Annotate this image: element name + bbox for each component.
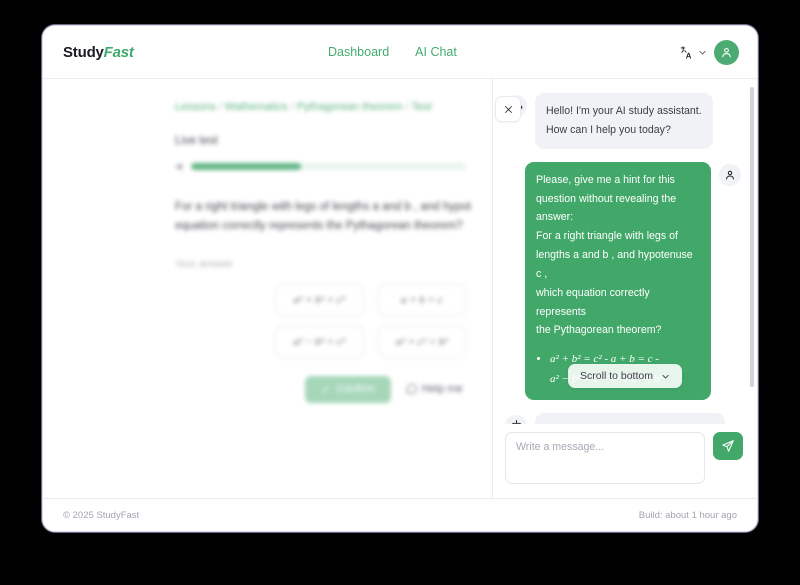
answer-label: Your answer [175,257,233,270]
breadcrumb-item-pythagorean-theorem[interactable]: Pythagorean theorem [297,101,403,113]
confirm-button-label: Confirm [336,383,375,396]
breadcrumb-separator: / [405,101,409,113]
person-icon [719,163,741,186]
chevron-left-icon[interactable]: ◀ [175,161,182,172]
user-avatar[interactable] [714,39,739,65]
chevron-down-icon [699,50,706,54]
chat-line: question without revealing the [536,192,677,205]
chat-line: Please, give me a hint for this [536,173,675,186]
answer-option[interactable]: a² + c² = b² [377,325,466,358]
help-me-label: Help me [421,383,463,396]
question-line-2: equation correctly represents the Pythag… [175,219,463,232]
nav-item-ai-chat[interactable]: AI Chat [415,45,457,59]
close-chat-button[interactable] [495,96,521,122]
lesson-pane: Lessons / Mathematics / Pythagorean theo… [43,79,492,498]
lesson-actions: ✓ Confirm Help me [305,375,466,403]
breadcrumb-item-mathematics[interactable]: Mathematics [225,101,287,113]
app-footer: © 2025 StudyFast Build: about 1 hour ago [43,498,757,531]
main-nav: Dashboard AI Chat [328,45,457,59]
chat-message-bot: Hello! I'm your AI study assistant. How … [505,93,741,149]
question-line-1: For a right triangle with legs of length… [175,201,471,213]
breadcrumb-item-lessons[interactable]: Lessons [175,101,216,113]
content-area: Lessons / Mathematics / Pythagorean theo… [43,79,757,498]
chat-composer [493,424,757,498]
breadcrumb-separator: / [290,101,294,113]
nav-item-dashboard[interactable]: Dashboard [328,45,389,59]
progress-bar-fill [190,163,301,170]
send-paper-plane-icon [722,440,734,452]
section-title: Live test [175,135,218,147]
header-actions [679,39,739,65]
chat-line: the Pythagorean theorem? [536,324,662,337]
language-selector[interactable] [679,45,707,60]
chat-bubble-bot-hint: Think about the relationship between the… [535,412,725,424]
question-text: For a right triangle with legs of length… [175,198,471,236]
help-me-button[interactable]: Help me [406,383,463,396]
chat-line: answer: [536,211,574,224]
answer-option[interactable]: a² − b² = c² [275,325,364,358]
chat-message-bot-hint: Think about the relationship between the… [505,412,741,424]
chat-line: Hello! I'm your AI study assistant. [546,105,702,117]
logo-study-text: Study [63,43,104,61]
answer-options: a² + b² = c² a + b = c a² − b² = c² a² +… [275,283,466,358]
breadcrumb: Lessons / Mathematics / Pythagorean theo… [175,101,466,113]
footer-copyright: © 2025 StudyFast [63,509,140,521]
app-logo[interactable]: StudyFast [63,44,134,61]
check-icon: ✓ [321,383,331,396]
translate-icon [680,45,692,58]
footer-build-info: Build: about 1 hour ago [638,509,737,521]
browser-window: StudyFast Dashboard AI Chat Lessons / Ma… [42,25,758,532]
chat-scrollbar[interactable] [750,87,754,387]
person-icon [722,47,731,57]
scroll-to-bottom-button[interactable]: Scroll to bottom [568,364,682,388]
chevron-down-icon [662,374,669,378]
chat-line: Think about the relationship between [546,422,714,424]
progress-bar [190,163,466,170]
app-header: StudyFast Dashboard AI Chat [43,26,757,79]
progress-row: ◀ [175,161,466,172]
confirm-button[interactable]: ✓ Confirm [305,375,391,403]
chat-bubble-icon [406,384,417,395]
answer-option[interactable]: a² + b² = c² [275,283,364,316]
message-input[interactable] [505,432,705,484]
chat-bubble-bot-greeting: Hello! I'm your AI study assistant. How … [535,93,713,149]
breadcrumb-item-test[interactable]: Test [412,101,432,113]
scroll-to-bottom-label: Scroll to bottom [580,370,653,382]
chat-panel: Hello! I'm your AI study assistant. How … [492,79,757,498]
chat-line: How can I help you today? [546,123,671,136]
answer-option[interactable]: a + b = c [377,283,466,316]
close-icon [504,105,512,113]
robot-icon [505,414,527,424]
logo-fast-text: Fast [103,43,134,61]
breadcrumb-separator: / [219,101,223,113]
send-button[interactable] [713,432,743,460]
chat-line: For a right triangle with legs of [536,230,678,243]
chat-line: which equation correctly represents [536,286,650,318]
chat-line: lengths a and b , and hypotenuse c , [536,249,693,280]
chat-message-list[interactable]: Hello! I'm your AI study assistant. How … [493,79,757,424]
